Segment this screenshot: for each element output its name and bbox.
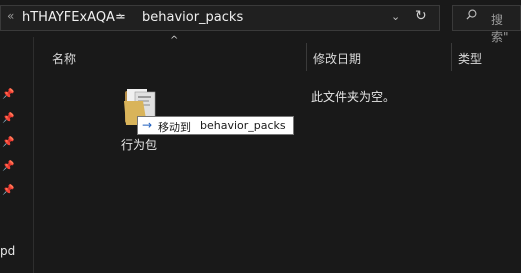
address-history-dropdown-icon[interactable]: ⌄: [391, 10, 400, 23]
tooltip-action: 移动到: [158, 121, 191, 134]
refresh-icon[interactable]: ↻: [415, 8, 427, 24]
nav-item-label[interactable]: pd: [0, 244, 15, 258]
navigation-pane[interactable]: 📌 📌 📌 📌 📌 pd: [0, 37, 34, 273]
breadcrumb-item-parent[interactable]: hTHAYFExAQA=: [22, 10, 126, 25]
empty-folder-message: 此文件夹为空。: [311, 90, 396, 104]
address-bar[interactable]: « hTHAYFExAQA= › behavior_packs ⌄ ↻: [0, 5, 440, 31]
tooltip-target: behavior_packs: [200, 119, 286, 132]
pin-icon: 📌: [2, 185, 15, 196]
move-arrow-icon: →: [142, 118, 153, 132]
column-header-date[interactable]: 修改日期: [313, 50, 361, 67]
pin-icon: 📌: [2, 113, 15, 124]
breadcrumb-chevron-icon[interactable]: ›: [118, 9, 123, 24]
search-icon: [466, 9, 477, 20]
search-box[interactable]: 搜索": [452, 5, 521, 44]
top-bar: « hTHAYFExAQA= › behavior_packs ⌄ ↻ 搜索": [0, 0, 521, 44]
breadcrumb-item-current[interactable]: behavior_packs: [142, 10, 243, 25]
column-divider[interactable]: [451, 43, 452, 71]
drag-drop-tooltip: → 移动到 behavior_packs: [137, 116, 294, 135]
pin-icon: 📌: [2, 89, 15, 100]
pin-icon: 📌: [2, 161, 15, 172]
column-header-name[interactable]: 名称: [52, 50, 76, 67]
sort-ascending-icon: ^: [170, 35, 179, 46]
dragged-item-label: 行为包: [121, 138, 158, 152]
column-divider[interactable]: [306, 43, 307, 71]
breadcrumb-overflow-icon[interactable]: «: [7, 9, 14, 23]
column-header-type[interactable]: 类型: [458, 50, 482, 67]
column-headers: ^ 名称 修改日期 类型: [34, 35, 521, 75]
pin-icon: 📌: [2, 137, 15, 148]
